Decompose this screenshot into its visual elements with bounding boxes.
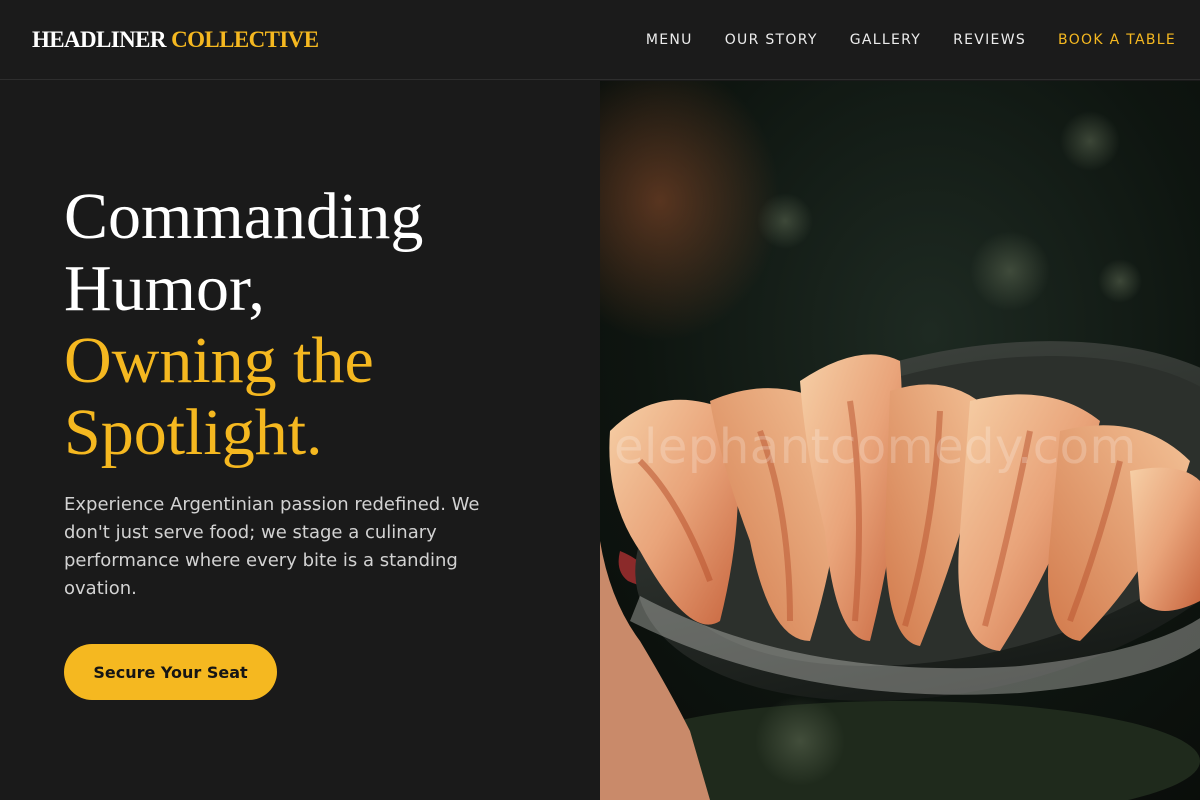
hero-text-panel: Commanding Humor, Owning the Spotlight. …: [0, 81, 600, 800]
nav-link-reviews[interactable]: REVIEWS: [953, 32, 1026, 48]
headline-line-4: Spotlight.: [64, 396, 323, 469]
hero-description: Experience Argentinian passion redefined…: [64, 494, 480, 599]
nav-link-gallery[interactable]: GALLERY: [850, 32, 921, 48]
headline-line-2: Humor,: [64, 252, 265, 325]
nav-link-our-story[interactable]: OUR STORY: [725, 32, 818, 48]
nav-link-menu[interactable]: MENU: [646, 32, 693, 48]
brand-logo[interactable]: HEADLINER COLLECTIVE: [32, 26, 319, 53]
image-watermark: elephantcomedy.com: [614, 419, 1137, 475]
hero-headline: Commanding Humor, Owning the Spotlight.: [64, 181, 423, 469]
headline-line-3: Owning the: [64, 324, 374, 397]
secure-your-seat-button[interactable]: Secure Your Seat: [64, 644, 277, 700]
nav-links: MENU OUR STORY GALLERY REVIEWS BOOK A TA…: [646, 32, 1176, 48]
brand-name-primary: HEADLINER: [32, 26, 167, 52]
headline-line-1: Commanding: [64, 180, 424, 253]
top-nav: HEADLINER COLLECTIVE MENU OUR STORY GALL…: [0, 0, 1200, 80]
hero-image: elephantcomedy.com: [600, 81, 1200, 800]
nav-link-book-a-table[interactable]: BOOK A TABLE: [1058, 32, 1176, 48]
brand-name-accent: COLLECTIVE: [171, 26, 319, 52]
